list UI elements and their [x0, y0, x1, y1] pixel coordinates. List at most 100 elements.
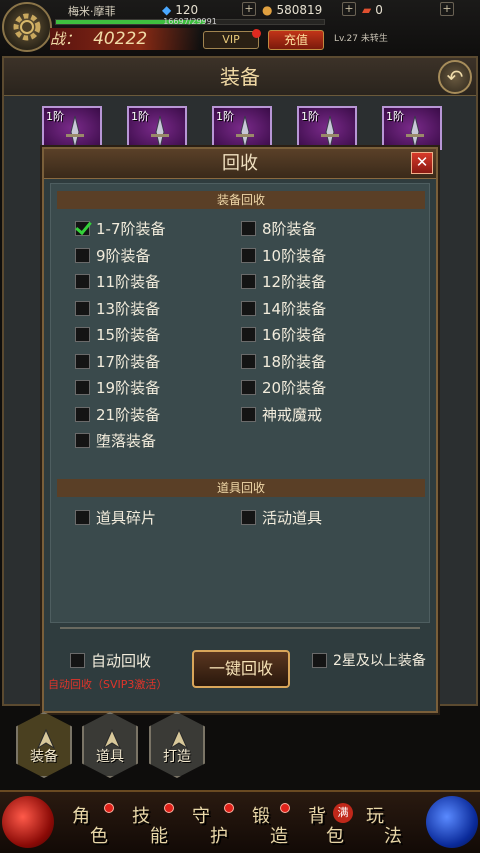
equip-recycle-option[interactable]: 15阶装备: [75, 324, 160, 345]
equipment-slot[interactable]: 1阶: [127, 106, 187, 150]
checkbox-box[interactable]: [75, 353, 90, 369]
weapon-icon: [406, 115, 424, 148]
equip-recycle-option[interactable]: 神戒魔戒: [241, 404, 322, 425]
notification-dot: [224, 803, 234, 813]
checkbox-box[interactable]: [241, 406, 256, 422]
recycle-dialog: 回收 ✕ 装备回收 1-7阶装备 8阶装备 9阶装备 10阶装备 11阶装备 12阶装备 1…: [42, 147, 438, 713]
voucher-resource: ▰ 0: [362, 3, 383, 17]
item-recycle-header: 道具回收: [57, 479, 425, 497]
equip-recycle-option[interactable]: 13阶装备: [75, 298, 160, 319]
equip-recycle-option[interactable]: 1-7阶装备: [75, 218, 166, 239]
equipment-slot[interactable]: 1阶: [297, 106, 357, 150]
panel-title: 装备: [4, 58, 476, 96]
nav-char-2: 护: [210, 826, 228, 847]
equip-recycle-option[interactable]: 9阶装备: [75, 245, 151, 266]
equip-recycle-option[interactable]: 20阶装备: [241, 377, 326, 398]
checkbox-box[interactable]: [241, 353, 256, 369]
checkbox-box[interactable]: [75, 274, 90, 289]
checkbox-box[interactable]: [75, 406, 90, 422]
health-orb: [2, 796, 54, 848]
power-value: 40222: [93, 29, 148, 49]
tab-items[interactable]: 道具: [82, 712, 138, 778]
tab-equipment[interactable]: 装备: [16, 712, 72, 778]
add-voucher-button[interactable]: +: [440, 2, 454, 16]
checkbox-box[interactable]: [241, 221, 256, 236]
option-label: 17阶装备: [96, 352, 161, 371]
item-recycle-option[interactable]: 活动道具: [241, 507, 322, 528]
nav-char-1: 技: [132, 806, 150, 827]
checkbox-box[interactable]: [241, 300, 256, 316]
gold-icon: ●: [262, 3, 273, 17]
option-label: 16阶装备: [262, 326, 327, 344]
option-label: 道具碎片: [96, 509, 157, 527]
checkbox-box[interactable]: [241, 327, 256, 342]
equipment-slot[interactable]: 1阶: [42, 106, 102, 150]
gold-count: 580819: [276, 3, 323, 17]
diamond-icon: ◆: [162, 3, 172, 17]
checkbox-box[interactable]: [75, 300, 90, 316]
equip-recycle-option[interactable]: 10阶装备: [241, 245, 326, 266]
equip-recycle-option[interactable]: 14阶装备: [241, 298, 326, 319]
checkbox-box[interactable]: [70, 653, 85, 668]
bag-full-badge: 满: [333, 803, 353, 823]
checkbox-box[interactable]: [241, 247, 256, 263]
equip-recycle-option[interactable]: 18阶装备: [241, 351, 326, 372]
equip-recycle-option[interactable]: 16阶装备: [241, 324, 326, 345]
option-label: 堕落装备: [96, 432, 157, 450]
two-star-checkbox[interactable]: 2星及以上装备: [312, 650, 426, 670]
exp-text: 16697/29991: [163, 17, 217, 26]
equip-recycle-option[interactable]: 堕落装备: [75, 430, 156, 451]
close-button[interactable]: ✕: [411, 152, 433, 174]
equipment-slot[interactable]: 1阶: [382, 106, 442, 150]
nav-char-2: 能: [150, 826, 168, 847]
equip-recycle-option[interactable]: 21阶装备: [75, 404, 160, 425]
one-key-recycle-button[interactable]: 一键回收: [192, 650, 290, 688]
combat-power: 战： 40222: [50, 28, 200, 50]
add-diamond-button[interactable]: +: [242, 2, 256, 16]
option-label: 10阶装备: [262, 246, 327, 265]
option-label: 21阶装备: [96, 405, 161, 424]
checkbox-box[interactable]: [75, 433, 90, 448]
checkbox-box[interactable]: [312, 652, 327, 668]
option-label: 8阶装备: [262, 220, 317, 238]
checkbox-box[interactable]: [241, 274, 256, 289]
checkbox-box[interactable]: [75, 510, 90, 525]
option-label: 13阶装备: [96, 299, 161, 318]
level-text: Lv.27 未转生: [334, 34, 388, 44]
checkbox-box[interactable]: [75, 221, 90, 236]
item-recycle-option[interactable]: 道具碎片: [75, 507, 156, 528]
settings-gear-icon[interactable]: [2, 2, 52, 52]
equip-recycle-option[interactable]: 17阶装备: [75, 351, 160, 372]
equip-recycle-option[interactable]: 11阶装备: [75, 271, 160, 292]
equip-recycle-header: 装备回收: [57, 191, 425, 209]
weapon-icon: [321, 115, 339, 148]
weapon-icon: [66, 115, 84, 148]
vip-button[interactable]: VIP: [203, 31, 259, 49]
nav-forge[interactable]: 锻造: [244, 800, 300, 848]
equip-recycle-option[interactable]: 19阶装备: [75, 377, 160, 398]
notification-dot: [104, 803, 114, 813]
weapon-icon: [236, 115, 254, 148]
checkbox-box[interactable]: [75, 247, 90, 263]
nav-char-2: 造: [270, 826, 288, 847]
back-button[interactable]: ↶: [438, 60, 472, 94]
auto-recycle-checkbox[interactable]: 自动回收: [70, 650, 151, 671]
checkbox-box[interactable]: [241, 510, 256, 525]
back-arrow-icon: ↶: [446, 65, 464, 89]
checkbox-box[interactable]: [75, 380, 90, 395]
weapon-icon: [151, 115, 169, 148]
equip-recycle-option[interactable]: 12阶装备: [241, 271, 326, 292]
nav-gameplay[interactable]: 玩法: [358, 800, 414, 848]
checkbox-box[interactable]: [241, 380, 256, 395]
equipment-slot[interactable]: 1阶: [212, 106, 272, 150]
equip-recycle-option[interactable]: 8阶装备: [241, 218, 317, 239]
option-label: 11阶装备: [96, 273, 161, 291]
option-label: 12阶装备: [262, 273, 327, 291]
tab-forge[interactable]: 打造: [149, 712, 205, 778]
tab-label: 道具: [96, 749, 124, 765]
option-label: 14阶装备: [262, 299, 327, 318]
recharge-button[interactable]: 充值: [268, 30, 324, 50]
top-status-bar: 梅米·摩菲 ◆ 120 + ● 580819 + ▰ 0 + 16697/299…: [0, 0, 480, 56]
checkbox-box[interactable]: [75, 327, 90, 342]
add-gold-button[interactable]: +: [342, 2, 356, 16]
